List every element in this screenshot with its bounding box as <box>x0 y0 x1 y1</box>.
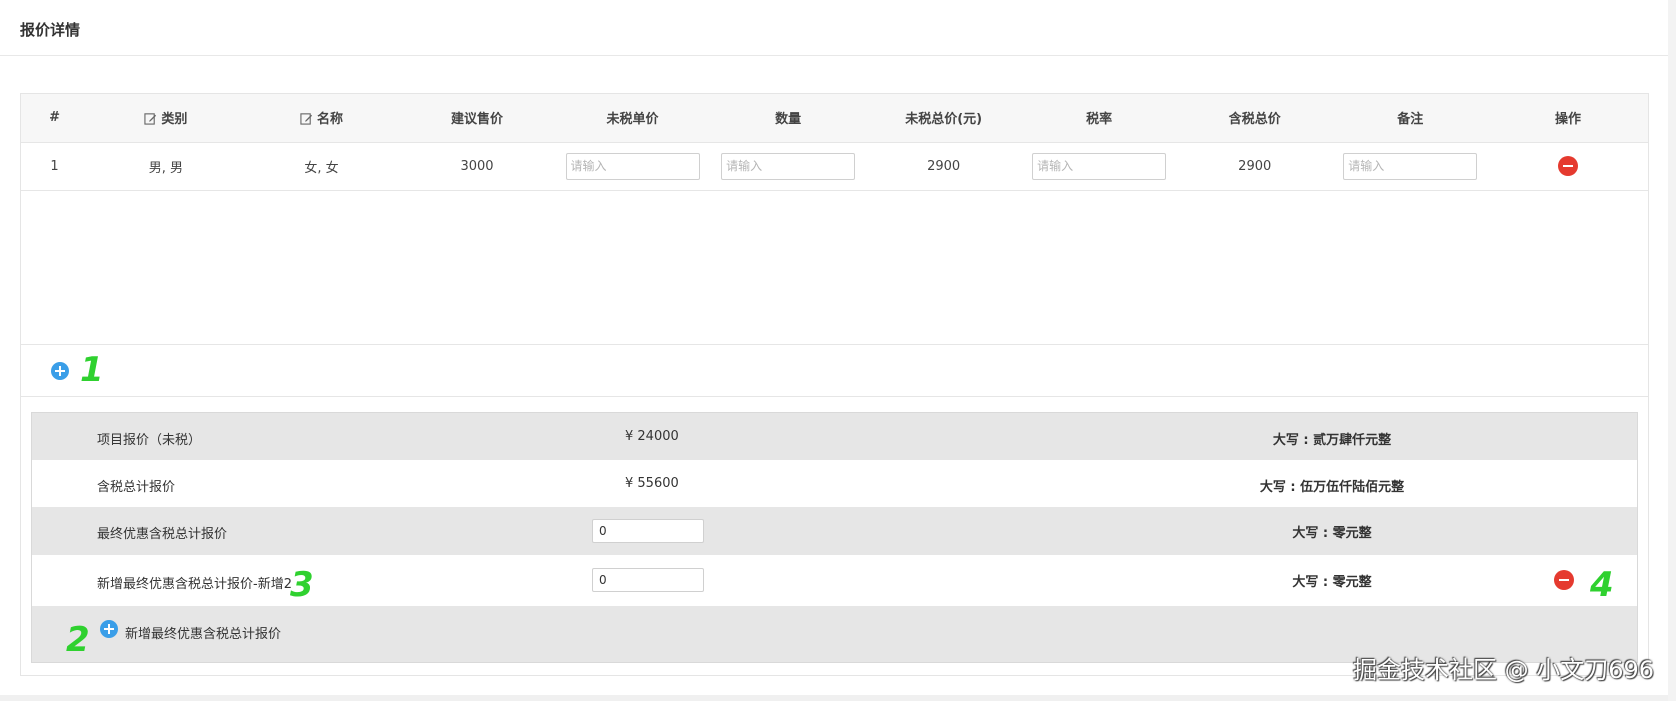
row-unit-price-cell <box>554 142 711 191</box>
items-table: # 类别 名称 建议售价 未税单价 数量 未税总价(元) 税率 含税总价 备注 … <box>21 94 1648 191</box>
col-header-suggested-price: 建议售价 <box>399 94 555 143</box>
tax-rate-input[interactable] <box>1032 152 1167 180</box>
col-header-name[interactable]: 名称 <box>243 94 400 143</box>
quantity-input[interactable] <box>721 152 856 180</box>
row-remark-cell <box>1332 142 1489 191</box>
row-actions-cell <box>1488 142 1648 191</box>
project-quote-daxie: 大写 : 贰万肆仟元整 <box>1272 433 1392 448</box>
final-discount-input[interactable] <box>592 519 704 543</box>
col-header-quantity: 数量 <box>710 94 866 143</box>
add-discount-button[interactable] <box>100 620 118 638</box>
remark-input[interactable] <box>1343 152 1478 180</box>
edit-icon[interactable] <box>300 112 313 125</box>
col-header-category[interactable]: 类别 <box>88 94 244 143</box>
table-header-row: # 类别 名称 建议售价 未税单价 数量 未税总价(元) 税率 含税总价 备注 … <box>21 94 1648 143</box>
add-row-button[interactable] <box>51 362 69 380</box>
unit-price-input[interactable] <box>565 152 700 180</box>
col-header-total-taxed: 含税总价 <box>1176 94 1333 143</box>
add-row-bar <box>21 344 1648 397</box>
row-tax-rate-cell <box>1021 142 1177 191</box>
page-header: 报价详情 <box>0 0 1668 56</box>
col-header-unit-price: 未税单价 <box>554 94 711 143</box>
col-header-index: # <box>21 94 89 143</box>
row-index: 1 <box>21 142 89 191</box>
summary-row-final-discount: 最终优惠含税总计报价 大写 : 零元整 <box>32 507 1637 555</box>
summary-row-taxed-total: 含税总计报价 ¥ 55600 大写 : 伍万伍仟陆佰元整 <box>32 460 1637 507</box>
summary-panel: 项目报价（未税） ¥ 24000 大写 : 贰万肆仟元整 含税总计报价 ¥ 55… <box>31 412 1638 663</box>
page-title: 报价详情 <box>20 21 81 39</box>
vertical-scrollbar[interactable] <box>1668 0 1676 701</box>
table-row: 1 男, 男 女, 女 3000 2900 2900 <box>21 142 1648 191</box>
col-header-tax-rate: 税率 <box>1021 94 1177 143</box>
project-quote-label: 项目报价（未税） <box>97 433 202 448</box>
col-header-remark: 备注 <box>1332 94 1489 143</box>
row-quantity-cell <box>710 142 866 191</box>
annotation-2: 2 <box>66 620 90 660</box>
annotation-1: 1 <box>80 350 104 390</box>
final-discount-daxie: 大写 : 零元整 <box>1292 526 1372 541</box>
col-header-actions: 操作 <box>1488 94 1648 143</box>
project-quote-value: ¥ 24000 <box>625 429 679 444</box>
final-discount-label: 最终优惠含税总计报价 <box>97 527 228 542</box>
row-total-untaxed: 2900 <box>865 142 1022 191</box>
annotation-3: 3 <box>290 565 314 605</box>
remove-discount-button[interactable] <box>1554 570 1574 590</box>
remove-row-button[interactable] <box>1558 156 1579 176</box>
summary-row-added-discount: 新增最终优惠含税总计报价-新增2 大写 : 零元整 <box>32 555 1637 606</box>
quote-card: # 类别 名称 建议售价 未税单价 数量 未税总价(元) 税率 含税总价 备注 … <box>20 93 1649 676</box>
edit-icon[interactable] <box>144 112 157 125</box>
added-discount-daxie: 大写 : 零元整 <box>1292 575 1372 590</box>
summary-row-project-quote: 项目报价（未税） ¥ 24000 大写 : 贰万肆仟元整 <box>32 413 1637 460</box>
watermark-text: 掘金技术社区 @ 小文刀696 <box>1353 656 1655 684</box>
added-discount-label: 新增最终优惠含税总计报价-新增2 <box>97 577 292 592</box>
col-header-total-untaxed: 未税总价(元) <box>865 94 1022 143</box>
taxed-total-daxie: 大写 : 伍万伍仟陆佰元整 <box>1259 480 1405 495</box>
annotation-4: 4 <box>1590 565 1614 605</box>
row-suggested-price: 3000 <box>399 142 555 191</box>
row-total-taxed: 2900 <box>1176 142 1333 191</box>
row-name: 女, 女 <box>243 142 400 191</box>
bottom-divider <box>0 695 1668 701</box>
taxed-total-value: ¥ 55600 <box>625 476 679 491</box>
add-discount-label[interactable]: 新增最终优惠含税总计报价 <box>125 623 281 642</box>
added-discount-input[interactable] <box>592 568 704 592</box>
taxed-total-label: 含税总计报价 <box>97 480 176 495</box>
row-category: 男, 男 <box>88 142 244 191</box>
